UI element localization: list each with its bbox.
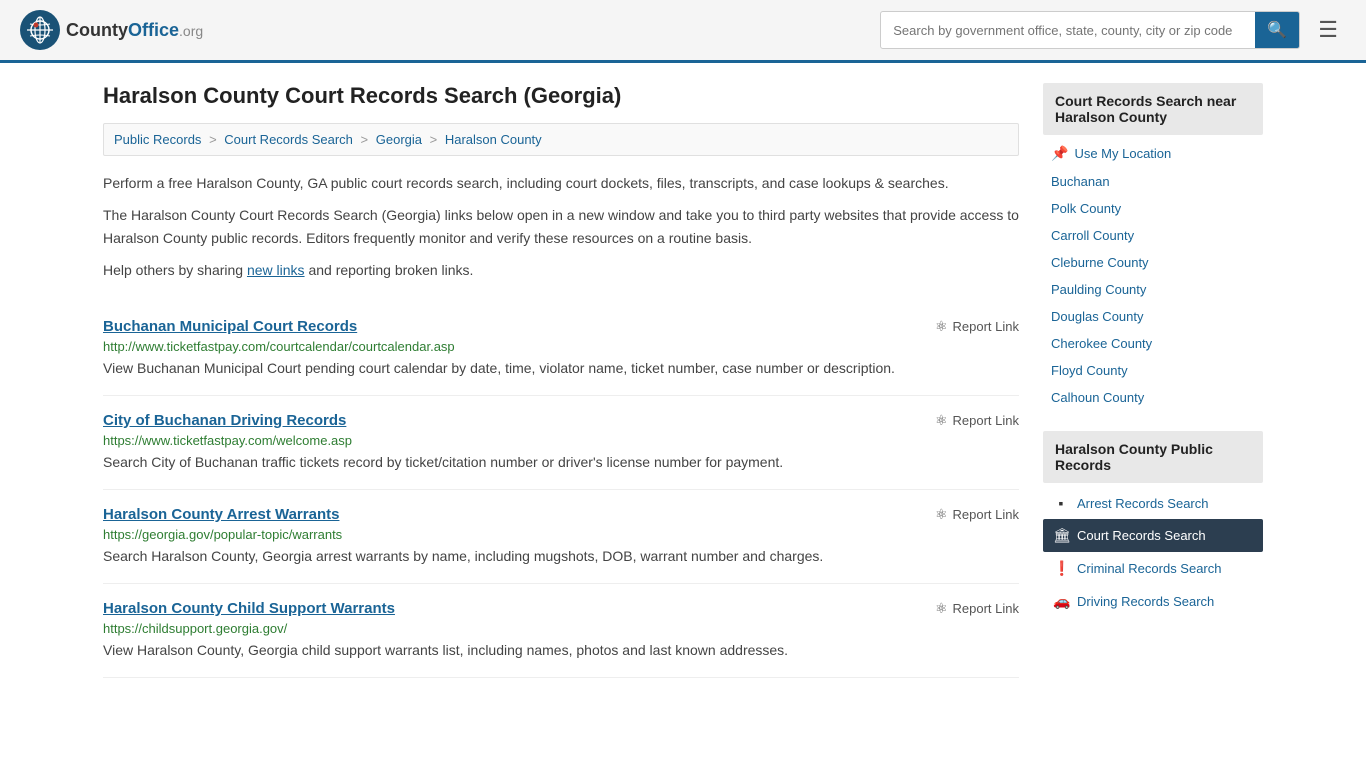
new-links-link[interactable]: new links bbox=[247, 262, 305, 278]
report-link-4[interactable]: ⚛ Report Link bbox=[935, 600, 1019, 617]
pub-record-criminal[interactable]: ❗ Criminal Records Search bbox=[1043, 552, 1263, 585]
sidebar-item-polk[interactable]: Polk County bbox=[1043, 195, 1263, 222]
sidebar-nearby-list: 📌 Use My Location Buchanan Polk County C… bbox=[1043, 139, 1263, 411]
record-item: City of Buchanan Driving Records ⚛ Repor… bbox=[103, 396, 1019, 490]
sidebar-use-location[interactable]: 📌 Use My Location bbox=[1043, 139, 1263, 168]
breadcrumb: Public Records > Court Records Search > … bbox=[103, 123, 1019, 156]
sidebar-public-records-header: Haralson County Public Records bbox=[1043, 431, 1263, 483]
record-url-3[interactable]: https://georgia.gov/popular-topic/warran… bbox=[103, 527, 1019, 542]
record-header: City of Buchanan Driving Records ⚛ Repor… bbox=[103, 412, 1019, 429]
sidebar-nearby-header: Court Records Search near Haralson Count… bbox=[1043, 83, 1263, 135]
record-desc-4: View Haralson County, Georgia child supp… bbox=[103, 640, 1019, 661]
record-item: Haralson County Arrest Warrants ⚛ Report… bbox=[103, 490, 1019, 584]
record-title-child-support[interactable]: Haralson County Child Support Warrants bbox=[103, 600, 395, 617]
record-header: Buchanan Municipal Court Records ⚛ Repor… bbox=[103, 318, 1019, 335]
sidebar-item-cherokee[interactable]: Cherokee County bbox=[1043, 330, 1263, 357]
use-my-location-link[interactable]: Use My Location bbox=[1074, 146, 1171, 161]
site-header: CountyOffice.org 🔍 ☰ bbox=[0, 0, 1366, 63]
sidebar-item-floyd[interactable]: Floyd County bbox=[1043, 357, 1263, 384]
header-right: 🔍 ☰ bbox=[880, 11, 1346, 49]
record-title-buchanan-driving[interactable]: City of Buchanan Driving Records bbox=[103, 412, 346, 429]
record-header: Haralson County Arrest Warrants ⚛ Report… bbox=[103, 506, 1019, 523]
records-list: Buchanan Municipal Court Records ⚛ Repor… bbox=[103, 302, 1019, 678]
record-item: Haralson County Child Support Warrants ⚛… bbox=[103, 584, 1019, 678]
report-icon-1: ⚛ bbox=[935, 318, 948, 335]
report-link-2[interactable]: ⚛ Report Link bbox=[935, 412, 1019, 429]
record-title-buchanan-municipal[interactable]: Buchanan Municipal Court Records bbox=[103, 318, 357, 335]
record-desc-1: View Buchanan Municipal Court pending co… bbox=[103, 358, 1019, 379]
pub-records-list: ▪ Arrest Records Search 🏛 Court Records … bbox=[1043, 487, 1263, 618]
record-url-1[interactable]: http://www.ticketfastpay.com/courtcalend… bbox=[103, 339, 1019, 354]
sidebar-item-cleburne[interactable]: Cleburne County bbox=[1043, 249, 1263, 276]
pub-record-court[interactable]: 🏛 Court Records Search bbox=[1043, 519, 1263, 552]
sidebar-item-buchanan[interactable]: Buchanan bbox=[1043, 168, 1263, 195]
pub-record-driving[interactable]: 🚗 Driving Records Search bbox=[1043, 585, 1263, 618]
pub-record-arrest[interactable]: ▪ Arrest Records Search bbox=[1043, 487, 1263, 519]
search-button[interactable]: 🔍 bbox=[1255, 12, 1299, 48]
report-link-1[interactable]: ⚛ Report Link bbox=[935, 318, 1019, 335]
search-input[interactable] bbox=[881, 15, 1255, 46]
search-bar: 🔍 bbox=[880, 11, 1300, 49]
driving-records-icon: 🚗 bbox=[1053, 593, 1069, 610]
page-title: Haralson County Court Records Search (Ge… bbox=[103, 83, 1019, 109]
court-records-icon: 🏛 bbox=[1053, 527, 1069, 544]
arrest-records-icon: ▪ bbox=[1053, 495, 1069, 511]
breadcrumb-georgia[interactable]: Georgia bbox=[376, 132, 422, 147]
breadcrumb-haralson[interactable]: Haralson County bbox=[445, 132, 542, 147]
record-url-2[interactable]: https://www.ticketfastpay.com/welcome.as… bbox=[103, 433, 1019, 448]
main-container: Haralson County Court Records Search (Ge… bbox=[83, 63, 1283, 698]
record-item: Buchanan Municipal Court Records ⚛ Repor… bbox=[103, 302, 1019, 396]
logo-text: CountyOffice.org bbox=[66, 20, 203, 41]
hamburger-menu-icon[interactable]: ☰ bbox=[1310, 13, 1346, 47]
sidebar: Court Records Search near Haralson Count… bbox=[1043, 83, 1263, 678]
report-icon-3: ⚛ bbox=[935, 506, 948, 523]
intro-paragraph-3: Help others by sharing new links and rep… bbox=[103, 259, 1019, 281]
report-link-3[interactable]: ⚛ Report Link bbox=[935, 506, 1019, 523]
breadcrumb-court-records[interactable]: Court Records Search bbox=[224, 132, 353, 147]
location-pin-icon: 📌 bbox=[1051, 145, 1068, 162]
record-desc-2: Search City of Buchanan traffic tickets … bbox=[103, 452, 1019, 473]
logo-icon bbox=[20, 10, 60, 50]
sidebar-item-paulding[interactable]: Paulding County bbox=[1043, 276, 1263, 303]
sidebar-nearby-section: Court Records Search near Haralson Count… bbox=[1043, 83, 1263, 411]
logo-area: CountyOffice.org bbox=[20, 10, 203, 50]
criminal-records-icon: ❗ bbox=[1053, 560, 1069, 577]
sidebar-item-carroll[interactable]: Carroll County bbox=[1043, 222, 1263, 249]
report-icon-2: ⚛ bbox=[935, 412, 948, 429]
intro-paragraph-1: Perform a free Haralson County, GA publi… bbox=[103, 172, 1019, 194]
record-header: Haralson County Child Support Warrants ⚛… bbox=[103, 600, 1019, 617]
sidebar-item-douglas[interactable]: Douglas County bbox=[1043, 303, 1263, 330]
record-url-4[interactable]: https://childsupport.georgia.gov/ bbox=[103, 621, 1019, 636]
report-icon-4: ⚛ bbox=[935, 600, 948, 617]
content-area: Haralson County Court Records Search (Ge… bbox=[103, 83, 1019, 678]
breadcrumb-public-records[interactable]: Public Records bbox=[114, 132, 201, 147]
record-title-arrest-warrants[interactable]: Haralson County Arrest Warrants bbox=[103, 506, 339, 523]
intro-paragraph-2: The Haralson County Court Records Search… bbox=[103, 204, 1019, 249]
record-desc-3: Search Haralson County, Georgia arrest w… bbox=[103, 546, 1019, 567]
sidebar-item-calhoun[interactable]: Calhoun County bbox=[1043, 384, 1263, 411]
sidebar-public-records-section: Haralson County Public Records ▪ Arrest … bbox=[1043, 431, 1263, 618]
